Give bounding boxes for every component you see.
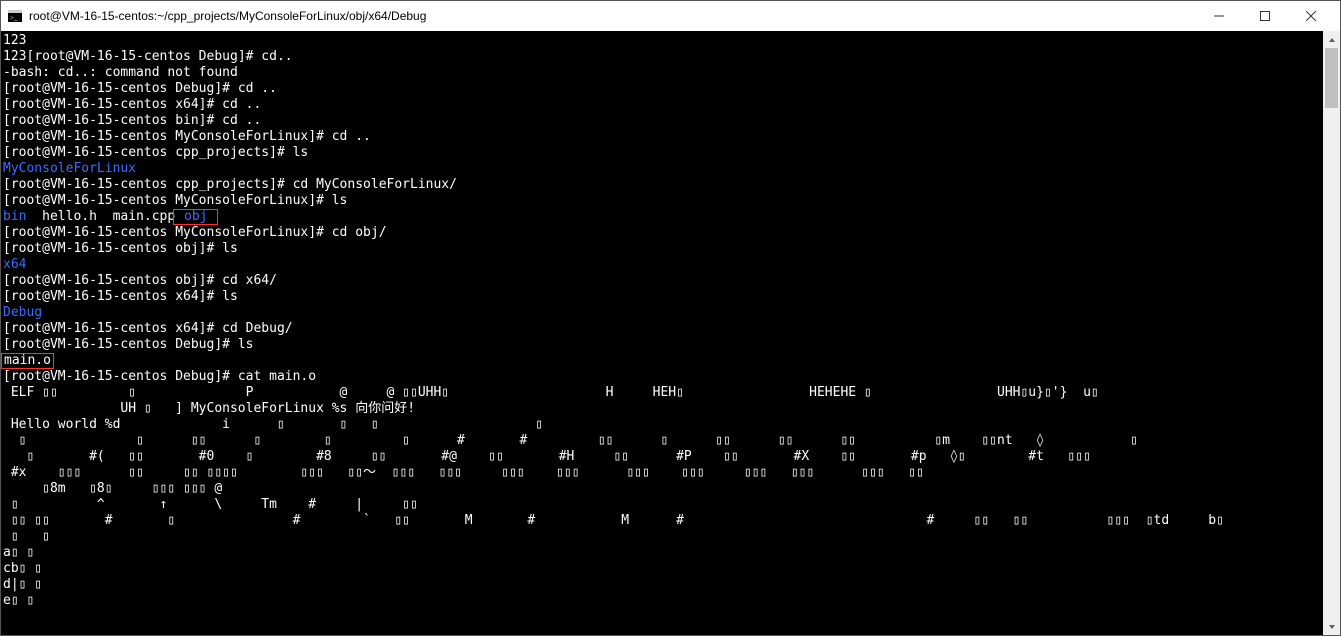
term-line-binary: a▯ ▯: [3, 545, 1323, 561]
term-line-binary: e▯ ▯: [3, 593, 1323, 609]
term-line-binary: ▯8m ▯8▯ ▯▯▯ ▯▯▯ @: [3, 481, 1323, 497]
scroll-thumb[interactable]: [1325, 48, 1338, 108]
term-line: [root@VM-16-15-centos bin]# cd ..: [3, 113, 1323, 129]
term-line-binary: Hello world %d i ▯ ▯ ▯ ▯: [3, 417, 1323, 433]
term-line: [root@VM-16-15-centos obj]# ls: [3, 241, 1323, 257]
minimize-button[interactable]: [1196, 1, 1242, 31]
window-titlebar: >_ root@VM-16-15-centos:~/cpp_projects/M…: [1, 1, 1340, 31]
close-button[interactable]: [1288, 1, 1334, 31]
svg-text:>_: >_: [10, 14, 18, 22]
window-controls: [1196, 1, 1334, 31]
term-line: 123[root@VM-16-15-centos Debug]# cd..: [3, 49, 1323, 65]
scroll-down-button[interactable]: [1323, 618, 1340, 635]
term-line: [root@VM-16-15-centos obj]# cd x64/: [3, 273, 1323, 289]
term-line: bin hello.h main.cpp obj: [3, 209, 1323, 225]
term-line-binary: cb▯ ▯: [3, 561, 1323, 577]
term-line-binary: ▯ ^ ↑ \ Tm # | ▯▯: [3, 497, 1323, 513]
term-line: [root@VM-16-15-centos x64]# ls: [3, 289, 1323, 305]
term-line: main.o: [3, 353, 1323, 369]
term-line: [root@VM-16-15-centos MyConsoleForLinux]…: [3, 193, 1323, 209]
term-line: [root@VM-16-15-centos Debug]# cat main.o: [3, 369, 1323, 385]
maximize-button[interactable]: [1242, 1, 1288, 31]
term-line: [root@VM-16-15-centos Debug]# cd ..: [3, 81, 1323, 97]
term-line: [root@VM-16-15-centos MyConsoleForLinux]…: [3, 225, 1323, 241]
scroll-up-button[interactable]: [1323, 31, 1340, 48]
window-title: root@VM-16-15-centos:~/cpp_projects/MyCo…: [29, 9, 1196, 23]
term-line: [root@VM-16-15-centos cpp_projects]# ls: [3, 145, 1323, 161]
term-line-binary: ELF ▯▯ ▯ P @ @ ▯▯UHH▯ H HEH▯ HEHEHE ▯ UH…: [3, 385, 1323, 401]
term-line: -bash: cd..: command not found: [3, 65, 1323, 81]
term-line: 123: [3, 33, 1323, 49]
term-line-dir: x64: [3, 257, 1323, 273]
term-line-binary: ▯ ▯: [3, 529, 1323, 545]
vertical-scrollbar[interactable]: [1323, 31, 1340, 635]
term-line: [root@VM-16-15-centos Debug]# ls: [3, 337, 1323, 353]
term-line: [root@VM-16-15-centos cpp_projects]# cd …: [3, 177, 1323, 193]
terminal-window: >_ root@VM-16-15-centos:~/cpp_projects/M…: [0, 0, 1341, 636]
term-line: [root@VM-16-15-centos x64]# cd Debug/: [3, 321, 1323, 337]
term-line: [root@VM-16-15-centos MyConsoleForLinux]…: [3, 129, 1323, 145]
term-line: [root@VM-16-15-centos x64]# cd ..: [3, 97, 1323, 113]
term-line-binary: ▯▯ ▯▯ # ▯ # ` ▯▯ M # M # # ▯▯ ▯▯ ▯▯▯ ▯td…: [3, 513, 1323, 529]
term-line-dir: Debug: [3, 305, 1323, 321]
scroll-track[interactable]: [1323, 48, 1340, 618]
app-icon: >_: [7, 8, 23, 24]
term-line-binary: ▯ #( ▯▯ #0 ▯ #8 ▯▯ #@ ▯▯ #H ▯▯ #P ▯▯ #X …: [3, 449, 1323, 465]
terminal-wrap: 123123[root@VM-16-15-centos Debug]# cd..…: [1, 31, 1340, 635]
terminal-output[interactable]: 123123[root@VM-16-15-centos Debug]# cd..…: [1, 31, 1323, 635]
term-line-binary: #x ▯▯▯ ▯▯ ▯▯ ▯▯▯▯ ▯▯▯ ▯▯〜 ▯▯▯ ▯▯▯ ▯▯▯ ▯▯…: [3, 465, 1323, 481]
term-line-binary: UH ▯ ] MyConsoleForLinux %s 向你问好!: [3, 401, 1323, 417]
term-line-dir: MyConsoleForLinux: [3, 161, 1323, 177]
highlight-obj: obj: [173, 209, 218, 225]
term-line-binary: ▯ ▯ ▯▯ ▯ ▯ ▯ # # ▯▯ ▯ ▯▯ ▯▯ ▯▯ ▯m ▯▯nt ◊…: [3, 433, 1323, 449]
term-line-binary: d|▯ ▯: [3, 577, 1323, 593]
highlight-main-o: main.o: [1, 353, 54, 369]
